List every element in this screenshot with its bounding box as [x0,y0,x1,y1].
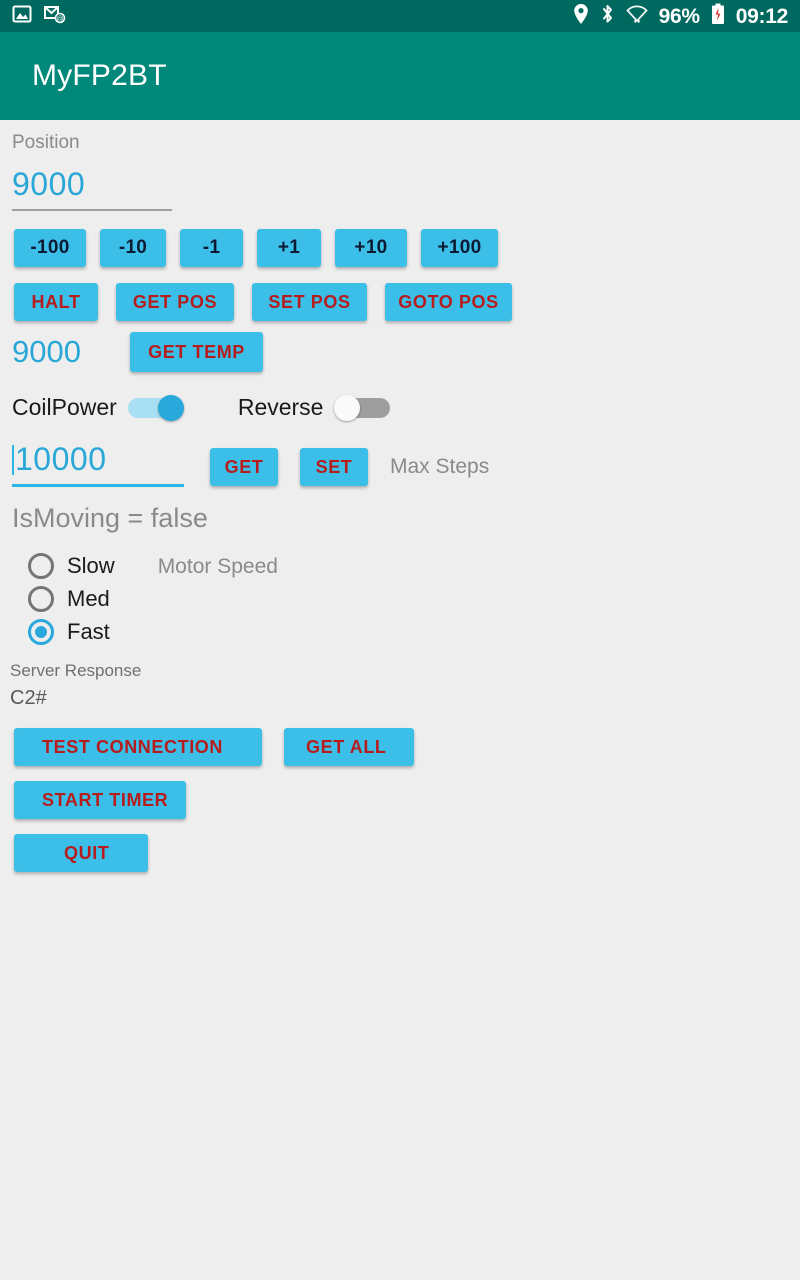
stepper-plus-1-button[interactable]: +1 [257,229,321,267]
get-temp-button[interactable]: GET TEMP [130,332,263,372]
max-steps-input-text: 10000 [15,441,107,477]
radio-option-fast[interactable]: Fast [28,616,115,648]
radio-slow-label: Slow [67,553,115,578]
coil-power-toggle[interactable] [127,394,184,421]
bottom-button-row-3: QUIT [0,834,800,872]
battery-percent-label: 96% [658,4,700,28]
reverse-toggle-thumb [334,394,361,421]
get-pos-button[interactable]: GET POS [116,283,234,321]
is-moving-status: IsMoving = false [12,503,208,533]
reverse-label: Reverse [237,394,324,420]
stepper-minus-10-button[interactable]: -10 [100,229,166,267]
test-connection-button[interactable]: TEST CONNECTION [14,728,262,766]
start-timer-button[interactable]: START TIMER [14,781,186,819]
position-input-value: 9000 [12,166,86,202]
radio-option-slow[interactable]: Slow [28,550,115,582]
position-input-underline [12,209,172,211]
wifi-icon [625,4,648,29]
location-icon [573,3,589,30]
get-max-steps-button[interactable]: GET [210,448,278,486]
goto-pos-button[interactable]: GOTO POS [385,283,512,321]
halt-button[interactable]: HALT [14,283,98,321]
radio-med-icon [28,586,54,612]
radio-option-med[interactable]: Med [28,583,115,615]
radio-fast-icon [28,619,54,645]
stepper-minus-100-button[interactable]: -100 [14,229,86,267]
position-label: Position [12,132,80,153]
app-bar: MyFP2BT [0,32,800,120]
stepper-button-row: -100 -10 -1 +1 +10 +100 [0,229,800,267]
reverse-toggle[interactable] [334,394,391,421]
image-icon [12,4,32,29]
stepper-plus-10-button[interactable]: +10 [335,229,407,267]
status-bar-left-icons: @ [12,4,66,29]
max-steps-row: 10000 GET SET Max Steps [0,440,800,487]
max-steps-caption: Max Steps [390,455,490,478]
text-caret [12,445,14,475]
motor-speed-options: Slow Med Fast [0,550,115,649]
set-pos-button[interactable]: SET POS [252,283,367,321]
server-response-value: C2# [10,687,47,709]
max-steps-input-value: 10000 [12,443,184,475]
radio-fast-label: Fast [67,619,110,644]
bottom-button-row-2: START TIMER [0,781,800,819]
position-input[interactable]: 9000 [12,168,172,211]
quit-button[interactable]: QUIT [14,834,148,872]
max-steps-input[interactable]: 10000 [12,443,184,487]
position-action-row: HALT GET POS SET POS GOTO POS [0,283,800,321]
coil-power-label: CoilPower [12,394,117,420]
bottom-button-row-1: TEST CONNECTION GET ALL [0,728,800,766]
motor-speed-group: Slow Med Fast Motor Speed [0,550,800,649]
get-all-button[interactable]: GET ALL [284,728,414,766]
app-title: MyFP2BT [32,59,167,92]
temperature-value: 9000 [12,334,81,369]
server-response-label: Server Response [10,661,142,680]
status-bar: @ 96% 09:12 [0,0,800,32]
email-sync-icon: @ [44,4,66,29]
temperature-row: 9000 GET TEMP [0,332,800,372]
radio-slow-icon [28,553,54,579]
clock-label: 09:12 [735,4,789,28]
set-max-steps-button[interactable]: SET [300,448,368,486]
motor-speed-caption: Motor Speed [157,555,278,578]
battery-icon [711,3,725,30]
radio-med-label: Med [67,586,110,611]
bluetooth-icon [600,3,615,30]
coil-power-toggle-thumb [157,394,184,421]
toggle-row: CoilPower Reverse [0,394,800,421]
svg-text:@: @ [56,16,63,23]
status-bar-right-icons: 96% 09:12 [573,3,788,30]
main-content: Position 9000 -100 -10 -1 +1 +10 +100 HA… [0,133,800,872]
stepper-minus-1-button[interactable]: -1 [180,229,243,267]
stepper-plus-100-button[interactable]: +100 [421,229,498,267]
max-steps-input-underline [12,484,184,487]
